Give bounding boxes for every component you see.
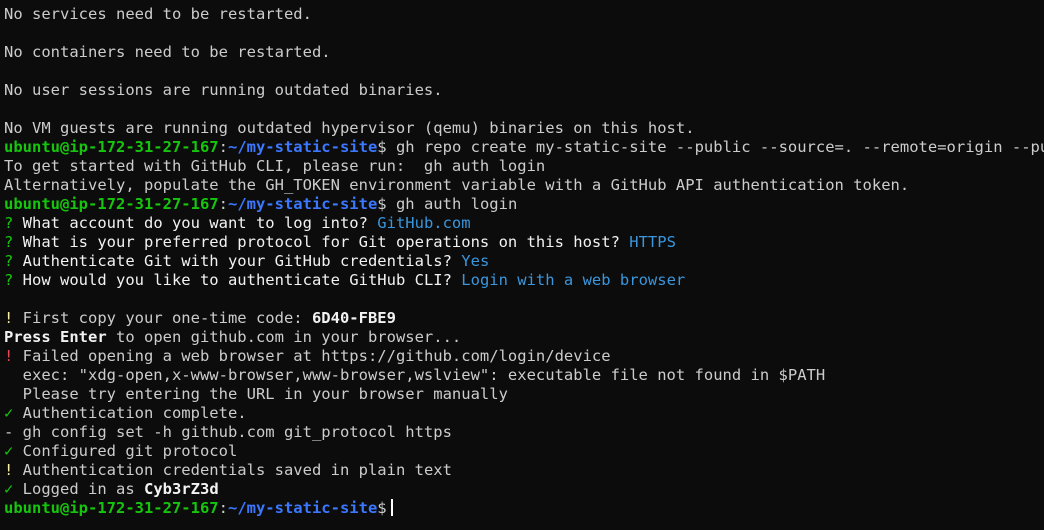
terminal-text: ~/my-static-site (227, 138, 378, 156)
terminal-text: Press Enter (4, 328, 107, 346)
terminal-text: ✓ (4, 442, 23, 460)
terminal-text: Please try entering the URL in your brow… (4, 385, 508, 403)
terminal-text: ✓ (4, 480, 23, 498)
terminal-text: $ (377, 499, 387, 517)
terminal-line: ! First copy your one-time code: 6D40-FB… (4, 309, 1044, 328)
terminal-text: $ gh repo create my-static-site --public… (377, 138, 1044, 156)
terminal-line: No VM guests are running outdated hyperv… (4, 119, 1044, 138)
terminal-text: Yes (461, 252, 490, 270)
terminal-text: Alternatively, populate the GH_TOKEN env… (4, 176, 910, 194)
terminal-line: ? How would you like to authenticate Git… (4, 271, 1044, 290)
terminal-line: ✓ Configured git protocol (4, 442, 1044, 461)
terminal-line: ? What is your preferred protocol for Gi… (4, 233, 1044, 252)
terminal-text: ? (4, 271, 23, 289)
terminal-text: ubuntu@ip-172-31-27-167 (4, 499, 219, 517)
terminal-text: How would you like to authenticate GitHu… (22, 271, 462, 289)
terminal-text: Login with a web browser (461, 271, 686, 289)
terminal-text: ! (4, 309, 23, 327)
terminal-line: To get started with GitHub CLI, please r… (4, 157, 1044, 176)
terminal-text: No VM guests are running outdated hyperv… (4, 119, 695, 137)
terminal-text: GitHub.com (377, 214, 471, 232)
terminal-text: No services need to be restarted. (4, 5, 312, 23)
terminal-text: : (218, 195, 228, 213)
text-cursor (390, 499, 393, 516)
terminal-line: No containers need to be restarted. (4, 43, 1044, 62)
terminal-text: To get started with GitHub CLI, please r… (4, 157, 546, 175)
terminal-line: ✓ Logged in as Cyb3rZ3d (4, 480, 1044, 499)
terminal-text: Cyb3rZ3d (144, 480, 219, 498)
terminal-line: ! Authentication credentials saved in pl… (4, 461, 1044, 480)
terminal-text: ubuntu@ip-172-31-27-167 (4, 195, 219, 213)
terminal-text: First copy your one-time code: (22, 309, 312, 327)
terminal-text: exec: "xdg-open,x-www-browser,www-browse… (4, 366, 826, 384)
terminal-line: ubuntu@ip-172-31-27-167:~/my-static-site… (4, 138, 1044, 157)
terminal-text: : (218, 499, 228, 517)
terminal-line: ? Authenticate Git with your GitHub cred… (4, 252, 1044, 271)
terminal-text: - gh config set -h github.com git_protoc… (4, 423, 452, 441)
terminal-line: No user sessions are running outdated bi… (4, 81, 1044, 100)
terminal-text: Authenticate Git with your GitHub creden… (22, 252, 462, 270)
terminal-line: ! Failed opening a web browser at https:… (4, 347, 1044, 366)
terminal-text: No user sessions are running outdated bi… (4, 81, 443, 99)
terminal-line: ubuntu@ip-172-31-27-167:~/my-static-site… (4, 195, 1044, 214)
terminal-text: Authentication credentials saved in plai… (22, 461, 452, 479)
terminal-text: ! (4, 461, 23, 479)
terminal-text: HTTPS (629, 233, 676, 251)
terminal-text: ✓ (4, 404, 23, 422)
terminal-text: Authentication complete. (22, 404, 247, 422)
terminal-text: 6D40-FBE9 (311, 309, 396, 327)
terminal-text: ! (4, 347, 23, 365)
terminal-text: What account do you want to log into? (22, 214, 378, 232)
terminal-text: ? (4, 252, 23, 270)
terminal-text: ~/my-static-site (227, 499, 378, 517)
terminal-text: Logged in as (22, 480, 144, 498)
terminal-line: exec: "xdg-open,x-www-browser,www-browse… (4, 366, 1044, 385)
terminal-text: Failed opening a web browser at https://… (22, 347, 611, 365)
terminal-line: ubuntu@ip-172-31-27-167:~/my-static-site… (4, 499, 1044, 518)
terminal-text: ? (4, 233, 23, 251)
terminal-line: Alternatively, populate the GH_TOKEN env… (4, 176, 1044, 195)
terminal-text: No containers need to be restarted. (4, 43, 331, 61)
terminal-line: No services need to be restarted. (4, 5, 1044, 24)
terminal-text: What is your preferred protocol for Git … (22, 233, 630, 251)
terminal-text: Configured git protocol (22, 442, 238, 460)
terminal-line: Please try entering the URL in your brow… (4, 385, 1044, 404)
terminal-output[interactable]: No services need to be restarted. No cont… (4, 5, 1044, 530)
terminal-line: - gh config set -h github.com git_protoc… (4, 423, 1044, 442)
terminal-text: : (218, 138, 228, 156)
terminal-text: $ gh auth login (377, 195, 518, 213)
terminal-text: ubuntu@ip-172-31-27-167 (4, 138, 219, 156)
terminal-text: ? (4, 214, 23, 232)
terminal-text: to open github.com in your browser... (106, 328, 462, 346)
terminal-line: ? What account do you want to log into? … (4, 214, 1044, 233)
terminal-line: ✓ Authentication complete. (4, 404, 1044, 423)
terminal-text: ~/my-static-site (227, 195, 378, 213)
terminal-line: Press Enter to open github.com in your b… (4, 328, 1044, 347)
